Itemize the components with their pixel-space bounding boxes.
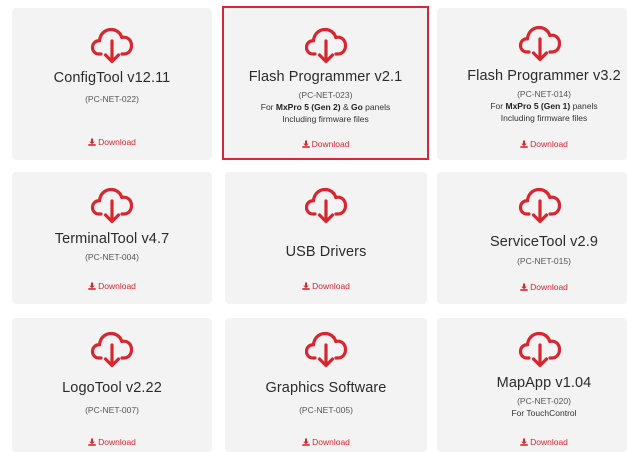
download-link[interactable]: Download <box>437 437 627 447</box>
product-title: Flash Programmer v3.2 <box>467 68 621 84</box>
cloud-download-icon <box>305 331 347 368</box>
download-icon <box>302 438 310 446</box>
desc-text: panels <box>570 101 598 111</box>
download-label: Download <box>98 437 136 447</box>
download-label: Download <box>530 282 568 292</box>
desc-bold: Go <box>351 102 363 112</box>
product-card-flash-programmer-v21: Flash Programmer v2.1 (PC-NET-023) For M… <box>222 6 429 160</box>
download-icon <box>520 438 528 446</box>
desc-text: & <box>340 102 351 112</box>
desc-text: panels <box>362 102 391 112</box>
product-code: (PC-NET-022) <box>85 94 139 104</box>
download-link[interactable]: Download <box>12 281 212 291</box>
cloud-download-icon <box>91 331 133 368</box>
download-link[interactable]: Download <box>437 139 627 149</box>
product-card-terminaltool: TerminalTool v4.7 (PC-NET-004) Download <box>12 172 212 304</box>
product-title: TerminalTool v4.7 <box>54 231 170 247</box>
product-title: MapApp v1.04 <box>496 375 592 391</box>
cloud-download-icon <box>91 187 133 224</box>
product-code: (PC-NET-007) <box>85 405 139 415</box>
cloud-download-icon <box>304 27 347 64</box>
download-label: Download <box>530 437 568 447</box>
product-card-graphics-software: Graphics Software (PC-NET-005) Download <box>225 318 427 452</box>
product-code: (PC-NET-014) <box>517 89 571 99</box>
cloud-download-icon <box>519 187 561 224</box>
desc-text: Including firmware files <box>500 113 588 123</box>
cloud-download-icon <box>91 27 133 64</box>
product-code: (PC-NET-023) <box>298 90 353 100</box>
desc-text: Including firmware files <box>282 114 369 124</box>
product-title: USB Drivers <box>285 244 367 260</box>
download-icon <box>301 140 310 148</box>
product-description: For MxPro 5 (Gen 2) & Go panels Includin… <box>224 101 427 125</box>
download-label: Download <box>311 139 350 149</box>
product-description: For TouchControl <box>511 408 577 418</box>
download-icon <box>520 283 528 291</box>
product-code: (PC-NET-005) <box>299 405 353 415</box>
download-label: Download <box>98 137 136 147</box>
download-label: Download <box>530 139 568 149</box>
download-link[interactable]: Download <box>12 137 212 147</box>
download-link[interactable]: Download <box>12 437 212 447</box>
product-description: For MxPro 5 (Gen 1) panels Including fir… <box>437 100 627 124</box>
product-code: (PC-NET-020) <box>517 396 571 406</box>
download-icon <box>520 140 528 148</box>
product-card-logotool: LogoTool v2.22 (PC-NET-007) Download <box>12 318 212 452</box>
desc-bold: MxPro 5 (Gen 1) <box>505 101 571 111</box>
product-title: ServiceTool v2.9 <box>490 234 598 250</box>
download-label: Download <box>98 281 136 291</box>
product-card-configtool: ConfigTool v12.11 (PC-NET-022) Download <box>12 8 212 160</box>
download-label: Download <box>312 281 350 291</box>
product-code: (PC-NET-015) <box>517 256 571 266</box>
product-card-servicetool: ServiceTool v2.9 (PC-NET-015) Download <box>437 172 627 304</box>
desc-text: For <box>490 101 506 111</box>
product-card-usb-drivers: USB Drivers Download <box>225 172 427 304</box>
product-grid: ConfigTool v12.11 (PC-NET-022) Download … <box>0 0 627 452</box>
cloud-download-icon <box>519 25 561 62</box>
download-icon <box>88 282 96 290</box>
download-icon <box>88 438 96 446</box>
cloud-download-icon <box>519 331 561 368</box>
product-title: LogoTool v2.22 <box>62 380 162 396</box>
product-code: (PC-NET-004) <box>85 252 139 262</box>
product-card-mapapp: MapApp v1.04 (PC-NET-020) For TouchContr… <box>437 318 627 452</box>
download-icon <box>88 138 96 146</box>
product-card-flash-programmer-v32: Flash Programmer v3.2 (PC-NET-014) For M… <box>437 8 627 160</box>
download-icon <box>302 282 310 290</box>
product-title: Graphics Software <box>265 380 387 396</box>
product-title: Flash Programmer v2.1 <box>248 69 403 85</box>
download-link[interactable]: Download <box>437 282 627 292</box>
download-link[interactable]: Download <box>225 281 427 291</box>
download-label: Download <box>312 437 350 447</box>
download-link[interactable]: Download <box>225 437 427 447</box>
product-title: ConfigTool v12.11 <box>53 70 171 86</box>
desc-text: For <box>260 102 276 112</box>
download-link[interactable]: Download <box>224 139 427 149</box>
cloud-download-icon <box>305 187 347 224</box>
desc-bold: MxPro 5 (Gen 2) <box>275 102 341 112</box>
